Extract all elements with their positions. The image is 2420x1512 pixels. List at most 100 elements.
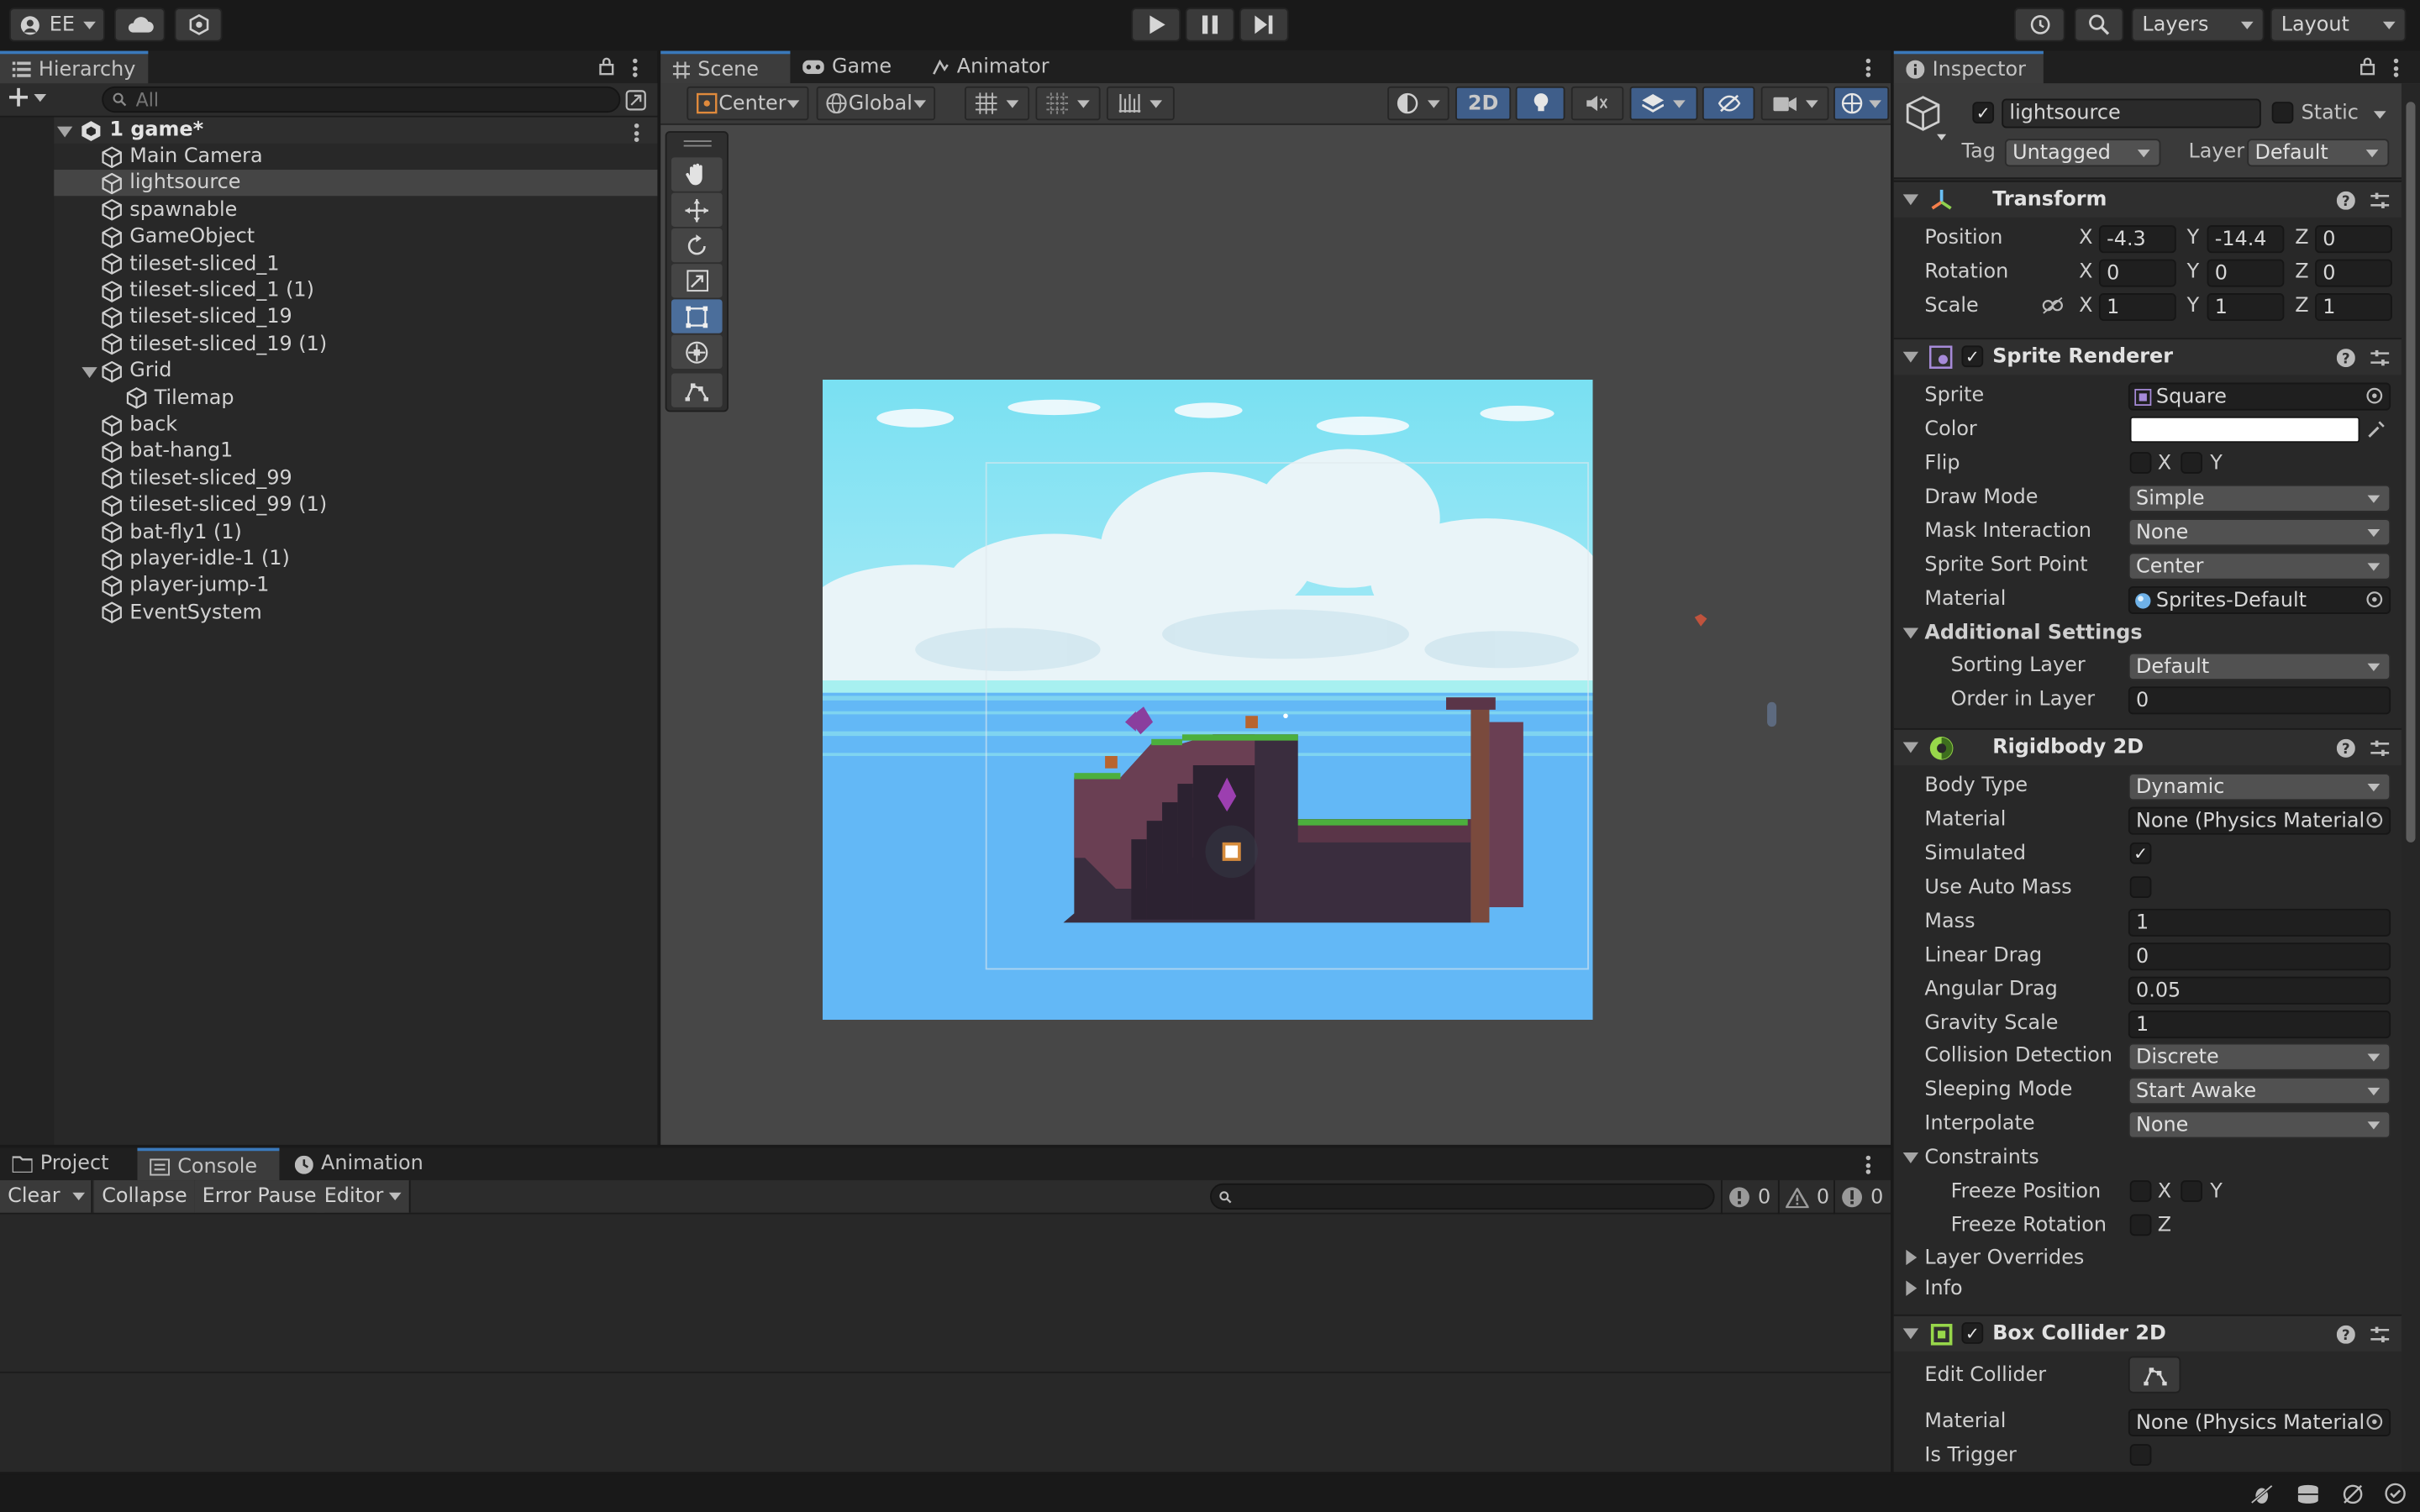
rb-material-field[interactable]: None (Physics Material <box>2128 806 2391 835</box>
offscreen-sprite[interactable] <box>1694 614 1707 627</box>
info-foldout[interactable]: Info <box>1894 1273 2418 1305</box>
gameobject-cube-icon[interactable] <box>1906 96 1947 142</box>
hierarchy-item[interactable]: player-idle-1 (1) <box>102 546 290 572</box>
scale-y-field[interactable]: 1 <box>2207 292 2285 322</box>
audio-toggle[interactable] <box>1570 86 1624 121</box>
angular-drag-field[interactable]: 0.05 <box>2128 976 2391 1005</box>
additional-settings-foldout[interactable]: Additional Settings <box>1894 617 2418 650</box>
is-trigger-checkbox[interactable] <box>2129 1444 2152 1466</box>
hierarchy-item[interactable]: GameObject <box>102 224 255 250</box>
gizmos-dropdown[interactable] <box>1833 86 1890 121</box>
eyedropper-icon[interactable] <box>2368 420 2386 438</box>
inspector-scrollbar[interactable] <box>2401 83 2420 1473</box>
create-button[interactable] <box>9 87 47 107</box>
constraints-foldout[interactable]: Constraints <box>1894 1142 2418 1174</box>
rect-tool[interactable] <box>671 299 723 333</box>
grid-toggle[interactable] <box>964 86 1030 121</box>
chevron-down-icon[interactable] <box>2373 111 2386 119</box>
undo-history-button[interactable] <box>2013 8 2065 42</box>
scrollbar-thumb[interactable] <box>2406 102 2416 843</box>
drag-handle-icon[interactable] <box>683 140 712 147</box>
active-checkbox[interactable]: ✓ <box>1972 102 1995 123</box>
flip-y-checkbox[interactable] <box>2181 452 2203 474</box>
preset-sliders-icon[interactable] <box>2370 348 2390 366</box>
hierarchy-item[interactable]: bat-fly1 (1) <box>102 519 242 545</box>
layer-overrides-foldout[interactable]: Layer Overrides <box>1894 1242 2418 1275</box>
toggle-2d-button[interactable]: 2D <box>1455 86 1512 121</box>
log-filter[interactable]: 0 <box>1720 1180 1777 1215</box>
mask-interaction-dropdown[interactable]: None <box>2128 518 2391 547</box>
hierarchy-item[interactable]: tileset-sliced_1 (1) <box>102 278 314 304</box>
color-swatch[interactable] <box>2129 416 2360 444</box>
layer-dropdown[interactable]: Default <box>2247 139 2390 167</box>
simulated-checkbox[interactable]: ✓ <box>2129 842 2152 864</box>
hidden-objects-toggle[interactable] <box>1702 86 1755 121</box>
hierarchy-item[interactable]: spawnable <box>102 197 237 223</box>
hand-tool[interactable] <box>671 157 723 192</box>
draw-mode-dropdown[interactable] <box>1387 86 1449 121</box>
debug-off-icon[interactable] <box>2250 1484 2274 1504</box>
scene-root[interactable]: 1 game* <box>81 118 203 144</box>
gravity-scale-field[interactable]: 1 <box>2128 1011 2391 1039</box>
sprite-renderer-enabled-checkbox[interactable]: ✓ <box>1961 345 1984 368</box>
position-x-field[interactable]: -4.3 <box>2098 225 2176 254</box>
sprite-renderer-header[interactable]: ✓ Sprite Renderer ? <box>1893 338 2419 375</box>
layout-dropdown[interactable]: Layout <box>2270 8 2407 42</box>
clear-dropdown[interactable]: Clear <box>0 1180 93 1213</box>
inspector-menu-icon[interactable] <box>2393 58 2399 77</box>
scene-menu-icon[interactable] <box>634 123 639 142</box>
rigidbody-header[interactable]: Rigidbody 2D ? <box>1893 727 2419 766</box>
tab-game[interactable]: Game <box>790 51 903 84</box>
static-checkbox[interactable] <box>2271 102 2294 123</box>
tab-scene[interactable]: Scene <box>660 50 791 86</box>
interpolate-dropdown[interactable]: None <box>2128 1110 2391 1139</box>
rotation-z-field[interactable]: 0 <box>2315 259 2392 287</box>
hierarchy-item[interactable]: lightsource <box>102 171 241 197</box>
order-in-layer-field[interactable]: 0 <box>2128 686 2391 715</box>
auto-mass-checkbox[interactable] <box>2129 876 2152 898</box>
console-search[interactable] <box>1210 1183 1715 1210</box>
mass-field[interactable]: 1 <box>2128 908 2391 937</box>
help-icon[interactable]: ? <box>2336 190 2355 209</box>
error-pause-toggle[interactable]: Error Pause <box>194 1180 326 1213</box>
sorting-layer-dropdown[interactable]: Default <box>2128 652 2391 681</box>
tab-animation[interactable]: Animation <box>282 1148 435 1181</box>
position-z-field[interactable]: 0 <box>2315 225 2392 254</box>
expand-arrow-icon[interactable] <box>82 367 97 379</box>
lock-icon[interactable] <box>2360 57 2375 76</box>
object-picker-icon[interactable] <box>2365 1413 2383 1431</box>
hierarchy-item[interactable]: Grid <box>102 358 171 384</box>
preset-sliders-icon[interactable] <box>2370 1325 2390 1343</box>
object-picker-icon[interactable] <box>2366 591 2383 607</box>
flip-x-checkbox[interactable] <box>2129 452 2152 474</box>
game-world-view[interactable] <box>822 379 1593 1021</box>
rotate-tool[interactable] <box>671 228 723 263</box>
hierarchy-item[interactable]: tileset-sliced_99 <box>102 465 292 491</box>
console-menu-icon[interactable] <box>1865 1155 1871 1174</box>
offscreen-object[interactable] <box>1767 701 1777 727</box>
collision-detection-dropdown[interactable]: Discrete <box>2128 1042 2391 1071</box>
rotation-x-field[interactable]: 0 <box>2098 259 2176 287</box>
lock-icon[interactable] <box>599 57 614 76</box>
hierarchy-item[interactable]: EventSystem <box>102 600 262 626</box>
hierarchy-item[interactable]: Tilemap <box>126 385 234 411</box>
hierarchy-item[interactable]: tileset-sliced_19 (1) <box>102 332 327 358</box>
increment-snap-toggle[interactable] <box>1106 86 1175 121</box>
lighting-toggle[interactable] <box>1515 86 1565 121</box>
transform-tool[interactable] <box>671 334 723 369</box>
freeze-position-x-checkbox[interactable] <box>2129 1180 2152 1202</box>
cloud-button[interactable] <box>113 8 166 42</box>
box-collider-enabled-checkbox[interactable]: ✓ <box>1961 1322 1984 1344</box>
help-icon[interactable]: ? <box>2336 738 2355 757</box>
sleeping-mode-dropdown[interactable]: Start Awake <box>2128 1077 2391 1105</box>
services-button[interactable] <box>174 8 223 42</box>
hierarchy-item[interactable]: Main Camera <box>102 144 263 170</box>
hierarchy-item[interactable]: back <box>102 412 177 438</box>
object-picker-icon[interactable] <box>2366 387 2383 404</box>
divider[interactable] <box>657 50 661 1145</box>
auto-generate-lighting-icon[interactable] <box>2341 1484 2365 1504</box>
scene-menu-icon[interactable] <box>1865 58 1871 77</box>
collapse-toggle[interactable]: Collapse <box>94 1180 197 1213</box>
preset-sliders-icon[interactable] <box>2370 191 2390 209</box>
pivot-dropdown[interactable]: Center <box>687 86 809 121</box>
